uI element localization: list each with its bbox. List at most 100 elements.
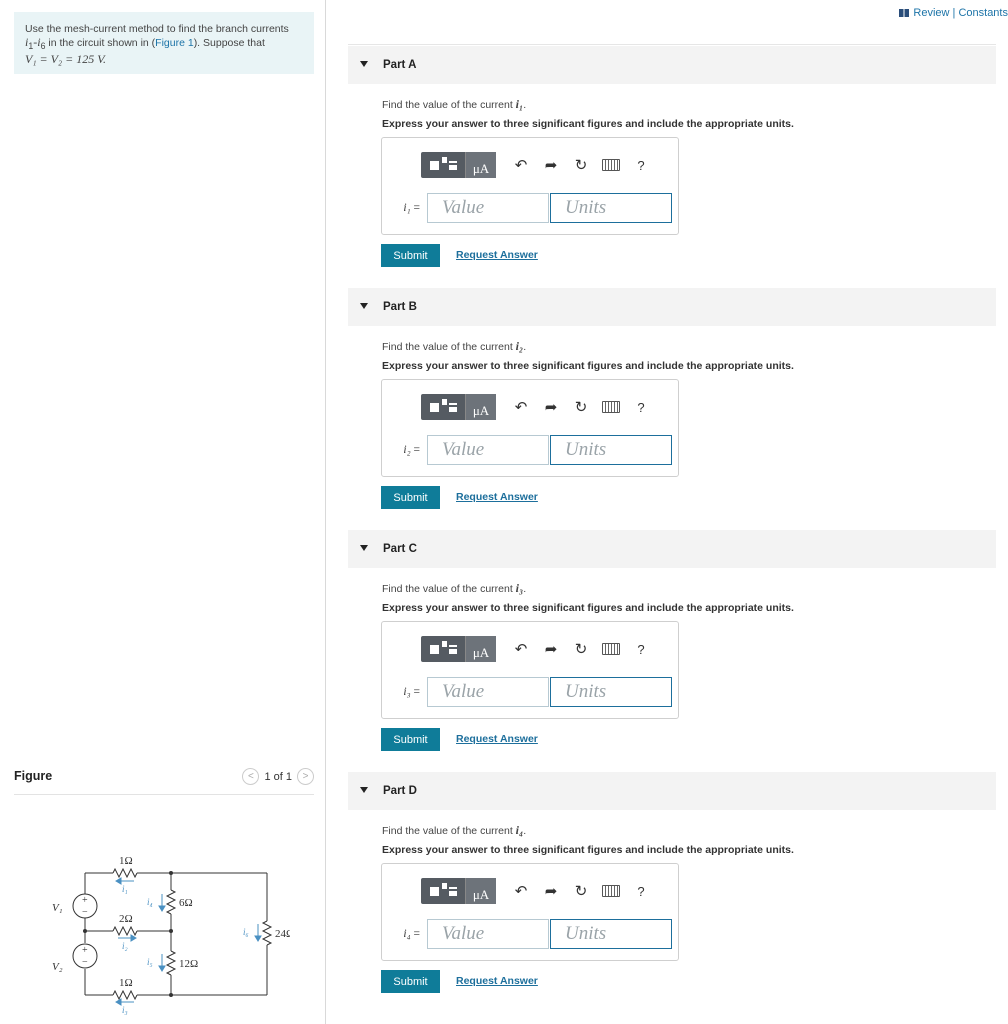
- caret-down-icon: [360, 545, 368, 551]
- request-answer-link[interactable]: Request Answer: [456, 733, 538, 745]
- problem-line-3: V₁ = V₂ = 125 V.: [25, 52, 106, 67]
- problem-statement: Use the mesh-current method to find the …: [14, 12, 314, 74]
- divider: [348, 44, 996, 45]
- keyboard-icon[interactable]: [596, 394, 626, 420]
- help-icon[interactable]: ?: [626, 394, 656, 420]
- figure-title: Figure: [14, 769, 53, 783]
- r1-label: 1Ω: [119, 855, 133, 867]
- units-input[interactable]: Units: [550, 919, 672, 949]
- request-answer-link[interactable]: Request Answer: [456, 491, 538, 503]
- chevron-left-icon[interactable]: <: [242, 768, 260, 785]
- part-instruction: Express your answer to three significant…: [382, 602, 794, 614]
- answer-field-row: i₂ = Value Units: [390, 435, 672, 465]
- units-icon[interactable]: μA: [465, 636, 496, 662]
- part-header[interactable]: Part C: [348, 530, 996, 568]
- units-input[interactable]: Units: [550, 435, 672, 465]
- figure-link[interactable]: Figure 1: [155, 37, 194, 49]
- part-prompt: Find the value of the current i₁.: [382, 97, 527, 111]
- v2-minus: −: [82, 957, 88, 968]
- review-label: Review | Constants: [913, 7, 1008, 19]
- templates-icon[interactable]: [421, 878, 465, 904]
- answer-field-row: i₁ = Value Units: [390, 193, 672, 223]
- figure-pager: < 1 of 1 >: [242, 768, 314, 785]
- part-title: Part D: [383, 785, 417, 797]
- math-toolbar: μA ↶ ➦ ↻ ?: [421, 636, 656, 662]
- submit-button[interactable]: Submit: [381, 728, 440, 751]
- part-instruction: Express your answer to three significant…: [382, 844, 794, 856]
- r5-label: 12Ω: [179, 958, 198, 970]
- submit-button[interactable]: Submit: [381, 486, 440, 509]
- reset-icon[interactable]: ↻: [566, 878, 596, 904]
- part-b: Part B Find the value of the current i₂.…: [348, 288, 996, 509]
- keyboard-icon[interactable]: [596, 152, 626, 178]
- field-label: i₃ =: [403, 686, 420, 698]
- templates-icon[interactable]: [421, 394, 465, 420]
- value-input[interactable]: Value: [427, 193, 549, 223]
- keyboard-icon[interactable]: [596, 636, 626, 662]
- value-input[interactable]: Value: [427, 435, 549, 465]
- part-prompt: Find the value of the current i₄.: [382, 823, 527, 837]
- submit-button[interactable]: Submit: [381, 244, 440, 267]
- value-input[interactable]: Value: [427, 677, 549, 707]
- redo-icon[interactable]: ➦: [536, 636, 566, 662]
- problem-panel: Use the mesh-current method to find the …: [0, 0, 326, 1024]
- i1-label: i₁: [122, 884, 128, 894]
- problem-line-2: i1-i6 in the circuit shown in (Figure 1)…: [25, 35, 265, 52]
- request-answer-link[interactable]: Request Answer: [456, 975, 538, 987]
- part-prompt: Find the value of the current i₂.: [382, 339, 527, 353]
- undo-icon[interactable]: ↶: [506, 152, 536, 178]
- math-toolbar: μA ↶ ➦ ↻ ?: [421, 152, 656, 178]
- v2-label: V₂: [52, 961, 63, 973]
- field-label: i₁ =: [403, 202, 420, 214]
- chevron-right-icon[interactable]: >: [297, 768, 314, 785]
- part-prompt: Find the value of the current i₃.: [382, 581, 527, 595]
- i3-label: i₃: [122, 1005, 128, 1015]
- undo-icon[interactable]: ↶: [506, 394, 536, 420]
- units-icon[interactable]: μA: [465, 394, 496, 420]
- answer-box: μA ↶ ➦ ↻ ? i₄ = Value Units: [381, 863, 679, 961]
- part-header[interactable]: Part B: [348, 288, 996, 326]
- i4-label: i₄: [147, 897, 153, 907]
- units-icon[interactable]: μA: [465, 878, 496, 904]
- undo-icon[interactable]: ↶: [506, 636, 536, 662]
- caret-down-icon: [360, 61, 368, 67]
- v1-minus: −: [82, 907, 88, 918]
- keyboard-icon[interactable]: [596, 878, 626, 904]
- part-d: Part D Find the value of the current i₄.…: [348, 772, 996, 993]
- units-icon[interactable]: μA: [465, 152, 496, 178]
- v1-label: V₁: [52, 902, 63, 914]
- help-icon[interactable]: ?: [626, 636, 656, 662]
- answer-field-row: i₄ = Value Units: [390, 919, 672, 949]
- templates-icon[interactable]: [421, 636, 465, 662]
- reset-icon[interactable]: ↻: [566, 152, 596, 178]
- help-icon[interactable]: ?: [626, 878, 656, 904]
- part-header[interactable]: Part A: [348, 46, 996, 84]
- help-icon[interactable]: ?: [626, 152, 656, 178]
- field-label: i₂ =: [403, 444, 420, 456]
- redo-icon[interactable]: ➦: [536, 394, 566, 420]
- templates-icon[interactable]: [421, 152, 465, 178]
- undo-icon[interactable]: ↶: [506, 878, 536, 904]
- submit-button[interactable]: Submit: [381, 970, 440, 993]
- answer-box: μA ↶ ➦ ↻ ? i₃ = Value Units: [381, 621, 679, 719]
- v2-plus: +: [82, 945, 88, 956]
- pager-text: 1 of 1: [264, 770, 292, 783]
- r4-label: 6Ω: [179, 897, 193, 909]
- reset-icon[interactable]: ↻: [566, 636, 596, 662]
- caret-down-icon: [360, 303, 368, 309]
- part-instruction: Express your answer to three significant…: [382, 118, 794, 130]
- request-answer-link[interactable]: Request Answer: [456, 249, 538, 261]
- value-input[interactable]: Value: [427, 919, 549, 949]
- redo-icon[interactable]: ➦: [536, 152, 566, 178]
- part-a: Part A Find the value of the current i₁.…: [348, 46, 996, 267]
- part-header[interactable]: Part D: [348, 772, 996, 810]
- units-input[interactable]: Units: [550, 193, 672, 223]
- review-constants-link[interactable]: Review | Constants: [899, 7, 1008, 19]
- review-icon: [899, 9, 910, 17]
- redo-icon[interactable]: ➦: [536, 878, 566, 904]
- answer-field-row: i₃ = Value Units: [390, 677, 672, 707]
- part-title: Part B: [383, 301, 417, 313]
- units-input[interactable]: Units: [550, 677, 672, 707]
- v1-plus: +: [82, 895, 88, 906]
- reset-icon[interactable]: ↻: [566, 394, 596, 420]
